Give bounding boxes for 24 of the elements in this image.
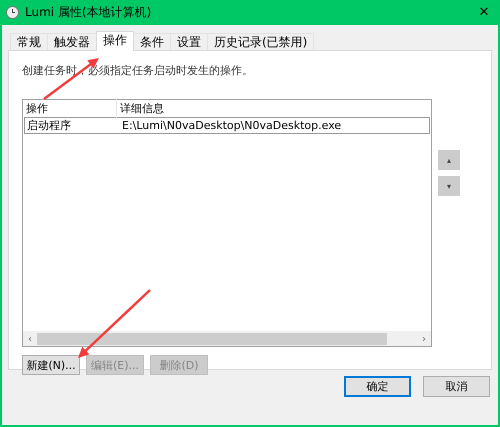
table-cell-text: E:\Lumi\N0vaDesktop\N0vaDesktop.exe bbox=[121, 119, 342, 132]
cancel-button[interactable]: 取消 bbox=[423, 376, 490, 397]
table-row[interactable]: 启动程序 E:\Lumi\N0vaDesktop\N0vaDesktop.exe bbox=[24, 117, 430, 134]
table-cell-text: 启动程序 bbox=[26, 118, 72, 133]
tab[interactable]: 触发器 bbox=[47, 33, 97, 50]
annotation-arrow bbox=[43, 58, 99, 100]
clock-icon bbox=[6, 6, 19, 19]
move-down-button[interactable]: ▾ bbox=[438, 176, 460, 196]
column-header[interactable]: 详细信息 bbox=[117, 99, 164, 118]
tab[interactable]: 常规 bbox=[10, 33, 48, 50]
tab[interactable]: 条件 bbox=[133, 33, 171, 50]
tab[interactable]: 操作 bbox=[96, 31, 134, 51]
scroll-left-arrow[interactable]: ‹ bbox=[23, 334, 37, 344]
tab[interactable]: 设置 bbox=[170, 33, 208, 50]
horizontal-scrollbar[interactable]: ‹ › bbox=[23, 331, 431, 346]
scrollbar-thumb[interactable] bbox=[37, 333, 387, 345]
tab[interactable]: 历史记录(已禁用) bbox=[207, 33, 314, 50]
action-button[interactable]: 新建(N)... bbox=[22, 355, 80, 375]
window-title: Lumi 属性(本地计算机) bbox=[25, 4, 152, 21]
column-header[interactable]: 操作 bbox=[23, 99, 117, 118]
move-up-button[interactable]: ▴ bbox=[438, 150, 460, 170]
close-button[interactable]: ✕ bbox=[476, 5, 492, 20]
scroll-right-arrow[interactable]: › bbox=[417, 334, 431, 344]
ok-button[interactable]: 确定 bbox=[344, 376, 411, 397]
